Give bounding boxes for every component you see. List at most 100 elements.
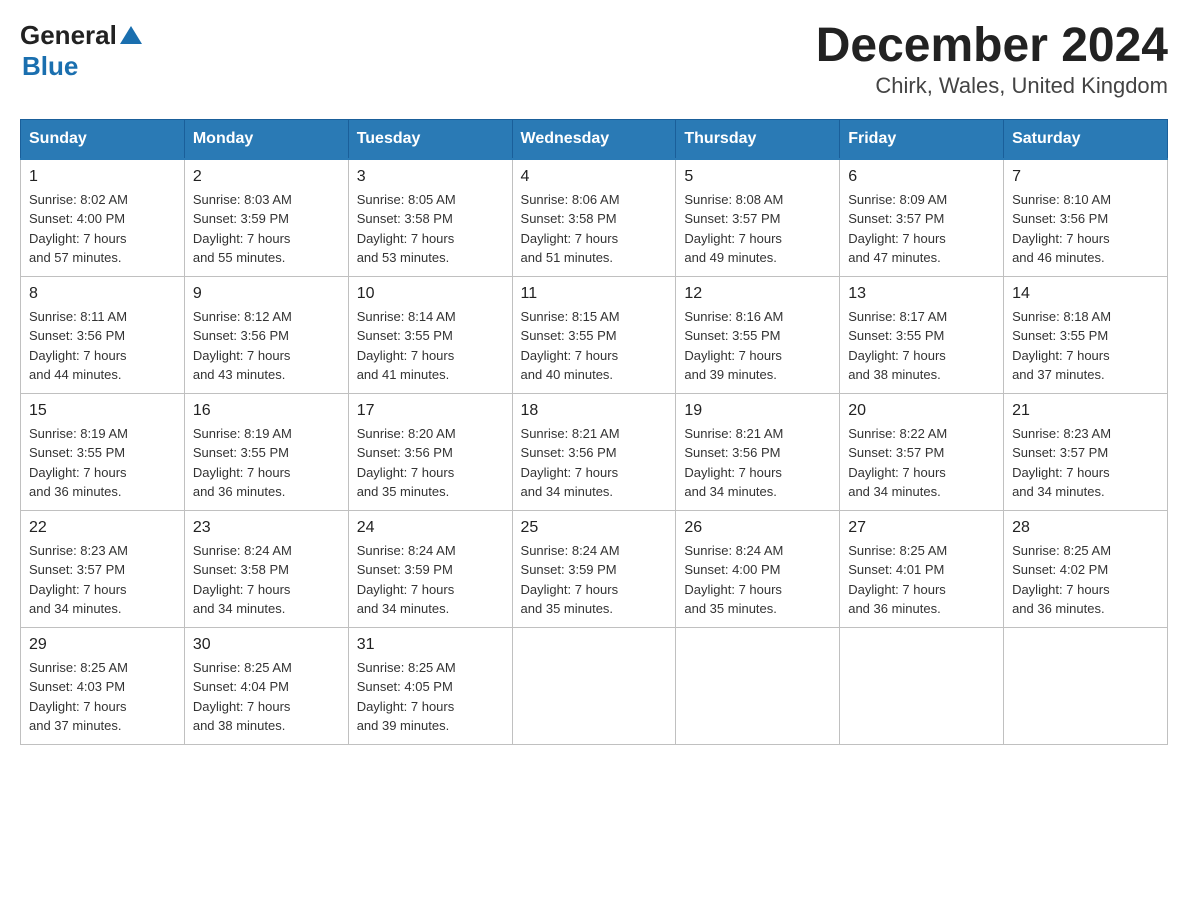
calendar-cell: [1004, 627, 1168, 744]
day-info: Sunrise: 8:15 AMSunset: 3:55 PMDaylight:…: [521, 309, 620, 383]
day-info: Sunrise: 8:10 AMSunset: 3:56 PMDaylight:…: [1012, 192, 1111, 266]
day-info: Sunrise: 8:22 AMSunset: 3:57 PMDaylight:…: [848, 426, 947, 500]
day-number: 5: [684, 168, 831, 186]
calendar-cell: 31 Sunrise: 8:25 AMSunset: 4:05 PMDaylig…: [348, 627, 512, 744]
day-number: 15: [29, 402, 176, 420]
day-info: Sunrise: 8:12 AMSunset: 3:56 PMDaylight:…: [193, 309, 292, 383]
calendar-cell: 14 Sunrise: 8:18 AMSunset: 3:55 PMDaylig…: [1004, 276, 1168, 393]
day-info: Sunrise: 8:06 AMSunset: 3:58 PMDaylight:…: [521, 192, 620, 266]
day-number: 3: [357, 168, 504, 186]
weekday-header-saturday: Saturday: [1004, 119, 1168, 159]
day-info: Sunrise: 8:25 AMSunset: 4:04 PMDaylight:…: [193, 660, 292, 734]
calendar-cell: 23 Sunrise: 8:24 AMSunset: 3:58 PMDaylig…: [184, 510, 348, 627]
day-number: 2: [193, 168, 340, 186]
calendar-cell: 10 Sunrise: 8:14 AMSunset: 3:55 PMDaylig…: [348, 276, 512, 393]
day-number: 16: [193, 402, 340, 420]
calendar-cell: 2 Sunrise: 8:03 AMSunset: 3:59 PMDayligh…: [184, 159, 348, 277]
calendar-week-row: 29 Sunrise: 8:25 AMSunset: 4:03 PMDaylig…: [21, 627, 1168, 744]
weekday-header-thursday: Thursday: [676, 119, 840, 159]
day-number: 12: [684, 285, 831, 303]
calendar-week-row: 22 Sunrise: 8:23 AMSunset: 3:57 PMDaylig…: [21, 510, 1168, 627]
day-info: Sunrise: 8:09 AMSunset: 3:57 PMDaylight:…: [848, 192, 947, 266]
day-info: Sunrise: 8:25 AMSunset: 4:05 PMDaylight:…: [357, 660, 456, 734]
calendar-cell: 28 Sunrise: 8:25 AMSunset: 4:02 PMDaylig…: [1004, 510, 1168, 627]
day-info: Sunrise: 8:24 AMSunset: 4:00 PMDaylight:…: [684, 543, 783, 617]
day-number: 17: [357, 402, 504, 420]
calendar-cell: 9 Sunrise: 8:12 AMSunset: 3:56 PMDayligh…: [184, 276, 348, 393]
day-info: Sunrise: 8:25 AMSunset: 4:03 PMDaylight:…: [29, 660, 128, 734]
logo: General Blue: [20, 20, 142, 82]
calendar-cell: 17 Sunrise: 8:20 AMSunset: 3:56 PMDaylig…: [348, 393, 512, 510]
page-header: General Blue December 2024 Chirk, Wales,…: [20, 20, 1168, 99]
day-number: 23: [193, 519, 340, 537]
calendar-cell: 15 Sunrise: 8:19 AMSunset: 3:55 PMDaylig…: [21, 393, 185, 510]
day-number: 28: [1012, 519, 1159, 537]
calendar-cell: 27 Sunrise: 8:25 AMSunset: 4:01 PMDaylig…: [840, 510, 1004, 627]
calendar-cell: [676, 627, 840, 744]
calendar-cell: 12 Sunrise: 8:16 AMSunset: 3:55 PMDaylig…: [676, 276, 840, 393]
calendar-week-row: 1 Sunrise: 8:02 AMSunset: 4:00 PMDayligh…: [21, 159, 1168, 277]
day-info: Sunrise: 8:19 AMSunset: 3:55 PMDaylight:…: [193, 426, 292, 500]
day-info: Sunrise: 8:21 AMSunset: 3:56 PMDaylight:…: [521, 426, 620, 500]
day-info: Sunrise: 8:24 AMSunset: 3:58 PMDaylight:…: [193, 543, 292, 617]
day-info: Sunrise: 8:21 AMSunset: 3:56 PMDaylight:…: [684, 426, 783, 500]
day-number: 4: [521, 168, 668, 186]
day-info: Sunrise: 8:17 AMSunset: 3:55 PMDaylight:…: [848, 309, 947, 383]
day-number: 21: [1012, 402, 1159, 420]
calendar-cell: [512, 627, 676, 744]
day-number: 10: [357, 285, 504, 303]
day-info: Sunrise: 8:02 AMSunset: 4:00 PMDaylight:…: [29, 192, 128, 266]
calendar-cell: 24 Sunrise: 8:24 AMSunset: 3:59 PMDaylig…: [348, 510, 512, 627]
day-info: Sunrise: 8:24 AMSunset: 3:59 PMDaylight:…: [521, 543, 620, 617]
calendar-cell: 1 Sunrise: 8:02 AMSunset: 4:00 PMDayligh…: [21, 159, 185, 277]
title-block: December 2024 Chirk, Wales, United Kingd…: [816, 20, 1168, 99]
day-number: 18: [521, 402, 668, 420]
calendar-cell: [840, 627, 1004, 744]
day-info: Sunrise: 8:19 AMSunset: 3:55 PMDaylight:…: [29, 426, 128, 500]
day-info: Sunrise: 8:25 AMSunset: 4:01 PMDaylight:…: [848, 543, 947, 617]
day-number: 30: [193, 636, 340, 654]
calendar-cell: 22 Sunrise: 8:23 AMSunset: 3:57 PMDaylig…: [21, 510, 185, 627]
calendar-cell: 18 Sunrise: 8:21 AMSunset: 3:56 PMDaylig…: [512, 393, 676, 510]
logo-blue: Blue: [22, 51, 78, 81]
day-number: 26: [684, 519, 831, 537]
logo-triangle-icon: [120, 24, 142, 46]
weekday-header-tuesday: Tuesday: [348, 119, 512, 159]
weekday-header-wednesday: Wednesday: [512, 119, 676, 159]
day-number: 7: [1012, 168, 1159, 186]
calendar-cell: 4 Sunrise: 8:06 AMSunset: 3:58 PMDayligh…: [512, 159, 676, 277]
day-info: Sunrise: 8:08 AMSunset: 3:57 PMDaylight:…: [684, 192, 783, 266]
day-number: 20: [848, 402, 995, 420]
day-info: Sunrise: 8:16 AMSunset: 3:55 PMDaylight:…: [684, 309, 783, 383]
calendar-cell: 30 Sunrise: 8:25 AMSunset: 4:04 PMDaylig…: [184, 627, 348, 744]
calendar-cell: 25 Sunrise: 8:24 AMSunset: 3:59 PMDaylig…: [512, 510, 676, 627]
calendar-cell: 26 Sunrise: 8:24 AMSunset: 4:00 PMDaylig…: [676, 510, 840, 627]
calendar-cell: 13 Sunrise: 8:17 AMSunset: 3:55 PMDaylig…: [840, 276, 1004, 393]
day-info: Sunrise: 8:14 AMSunset: 3:55 PMDaylight:…: [357, 309, 456, 383]
day-number: 14: [1012, 285, 1159, 303]
calendar-cell: 21 Sunrise: 8:23 AMSunset: 3:57 PMDaylig…: [1004, 393, 1168, 510]
day-number: 31: [357, 636, 504, 654]
calendar-table: SundayMondayTuesdayWednesdayThursdayFrid…: [20, 119, 1168, 745]
day-info: Sunrise: 8:24 AMSunset: 3:59 PMDaylight:…: [357, 543, 456, 617]
day-info: Sunrise: 8:20 AMSunset: 3:56 PMDaylight:…: [357, 426, 456, 500]
calendar-cell: 3 Sunrise: 8:05 AMSunset: 3:58 PMDayligh…: [348, 159, 512, 277]
calendar-cell: 29 Sunrise: 8:25 AMSunset: 4:03 PMDaylig…: [21, 627, 185, 744]
calendar-cell: 16 Sunrise: 8:19 AMSunset: 3:55 PMDaylig…: [184, 393, 348, 510]
day-number: 24: [357, 519, 504, 537]
calendar-cell: 5 Sunrise: 8:08 AMSunset: 3:57 PMDayligh…: [676, 159, 840, 277]
day-info: Sunrise: 8:05 AMSunset: 3:58 PMDaylight:…: [357, 192, 456, 266]
day-number: 27: [848, 519, 995, 537]
day-info: Sunrise: 8:23 AMSunset: 3:57 PMDaylight:…: [1012, 426, 1111, 500]
calendar-cell: 20 Sunrise: 8:22 AMSunset: 3:57 PMDaylig…: [840, 393, 1004, 510]
day-info: Sunrise: 8:23 AMSunset: 3:57 PMDaylight:…: [29, 543, 128, 617]
day-number: 19: [684, 402, 831, 420]
calendar-subtitle: Chirk, Wales, United Kingdom: [816, 73, 1168, 99]
day-number: 9: [193, 285, 340, 303]
day-number: 22: [29, 519, 176, 537]
day-number: 8: [29, 285, 176, 303]
day-info: Sunrise: 8:11 AMSunset: 3:56 PMDaylight:…: [29, 309, 127, 383]
calendar-cell: 7 Sunrise: 8:10 AMSunset: 3:56 PMDayligh…: [1004, 159, 1168, 277]
calendar-cell: 11 Sunrise: 8:15 AMSunset: 3:55 PMDaylig…: [512, 276, 676, 393]
weekday-header-friday: Friday: [840, 119, 1004, 159]
